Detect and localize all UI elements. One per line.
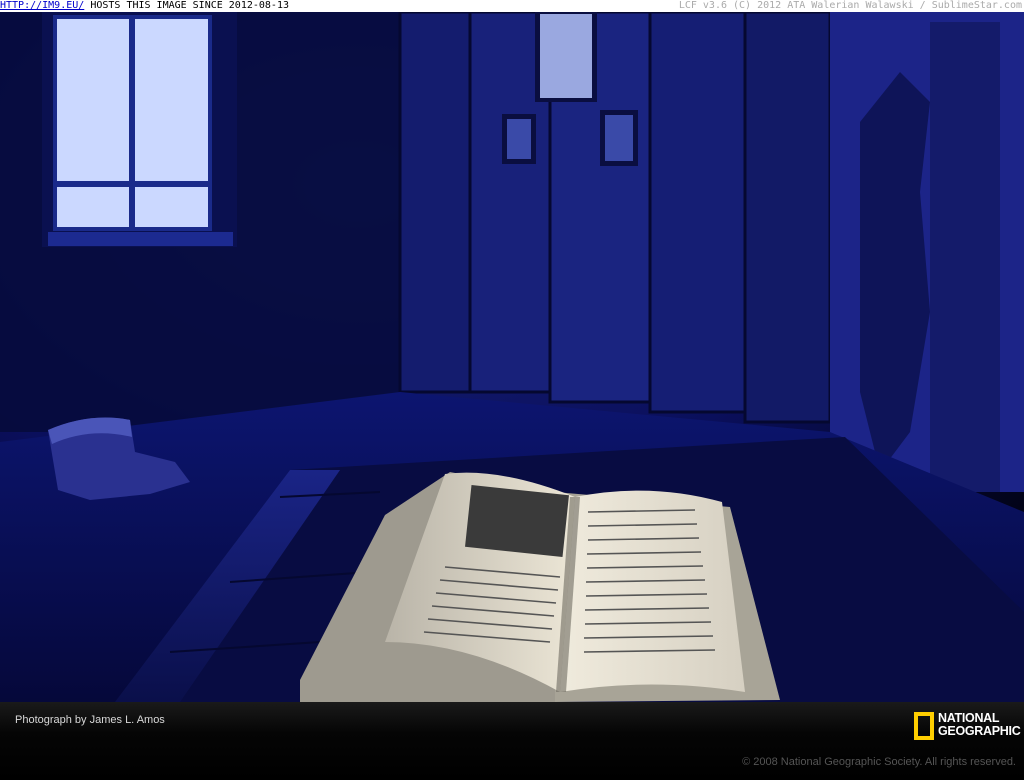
host-banner-left: HTTP://IM9.EU/ HOSTS THIS IMAGE SINCE 20…	[0, 0, 289, 12]
photo-credit: Photograph by James L. Amos	[15, 714, 165, 726]
national-geographic-logo: NATIONAL GEOGRAPHIC	[914, 712, 1021, 742]
wood-planks	[398, 12, 832, 424]
copyright-text: © 2008 National Geographic Society. All …	[742, 756, 1016, 768]
picture-frame-small-right	[600, 110, 638, 166]
logo-text: NATIONAL GEOGRAPHIC	[938, 712, 1021, 738]
picture-frame-large	[535, 12, 597, 102]
host-text: HOSTS THIS IMAGE SINCE 2012-08-13	[84, 0, 289, 11]
photo-illustration	[0, 12, 1024, 702]
yellow-frame-icon	[914, 712, 934, 740]
host-link[interactable]: HTTP://IM9.EU/	[0, 0, 84, 11]
logo-line-2: GEOGRAPHIC	[938, 724, 1021, 738]
host-banner: HTTP://IM9.EU/ HOSTS THIS IMAGE SINCE 20…	[0, 0, 1024, 12]
photo	[0, 12, 1024, 702]
credits-text: LCF v3.6 (C) 2012 ATA Walerian Walawski …	[678, 0, 1022, 11]
wall-beam	[930, 22, 1000, 492]
picture-frame-small-left	[502, 114, 536, 164]
window	[42, 12, 237, 247]
caption-bar: Photograph by James L. Amos NATIONAL GEO…	[0, 702, 1024, 780]
